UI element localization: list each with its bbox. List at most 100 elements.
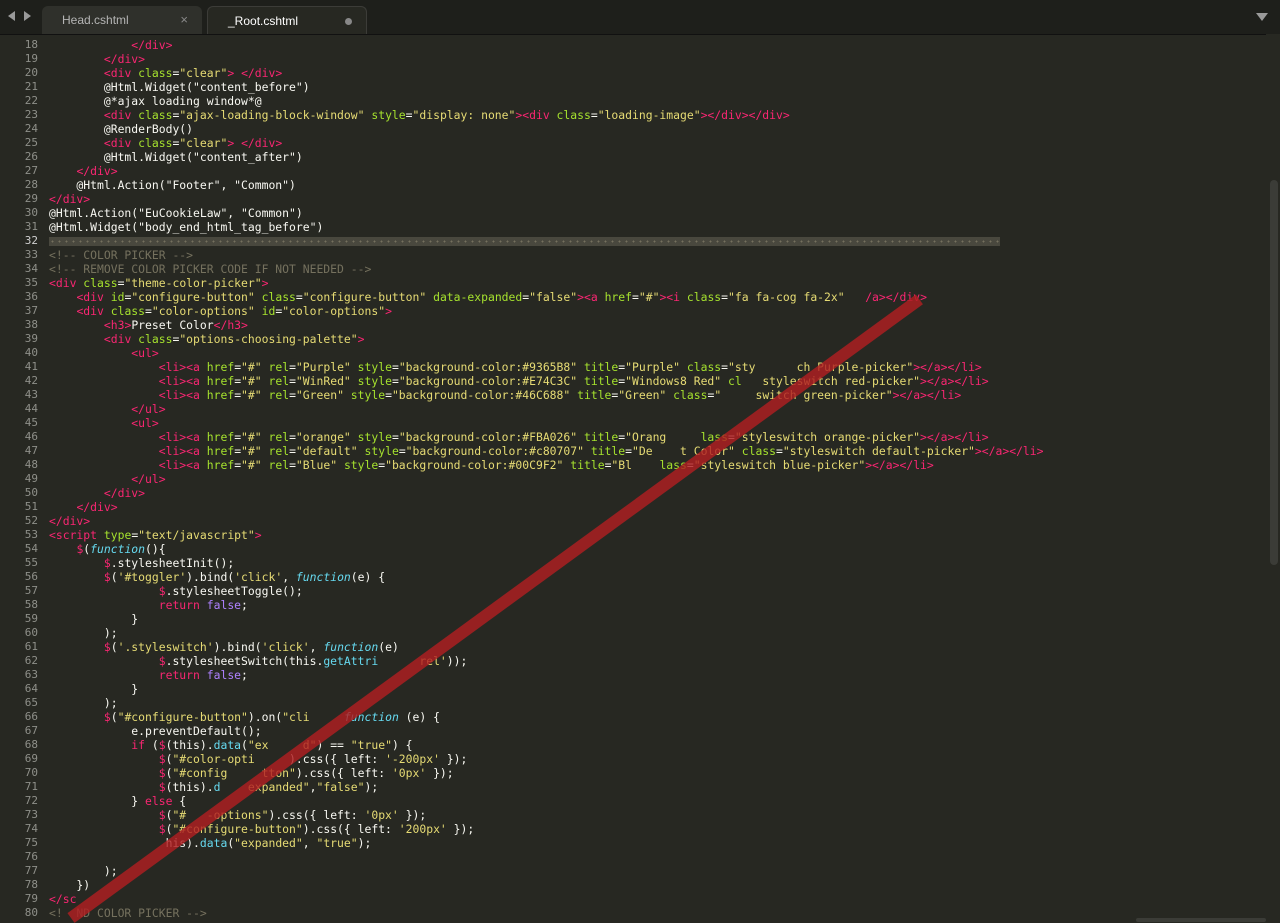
code-line[interactable]: $('.styleswitch').bind('click', function… — [49, 640, 1249, 654]
close-icon[interactable]: × — [180, 12, 188, 27]
code-line[interactable]: </ul> — [49, 402, 1249, 416]
code-line[interactable] — [49, 850, 1249, 864]
code-line[interactable]: @Html.Widget("content_before") — [49, 80, 1249, 94]
code-line[interactable]: <li><a href="#" rel="WinRed" style="back… — [49, 374, 1249, 388]
arrow-left-icon[interactable] — [8, 11, 15, 21]
code-line[interactable]: <! ND COLOR PICKER --> — [49, 906, 1249, 920]
scrollbar-thumb[interactable] — [1270, 180, 1278, 565]
code-line[interactable]: <ul> — [49, 416, 1249, 430]
code-line[interactable]: e.preventDefault(); — [49, 724, 1249, 738]
code-line[interactable]: @Html.Widget("content_after") — [49, 150, 1249, 164]
line-number: 37 — [24, 304, 38, 317]
line-number: 58 — [24, 598, 38, 611]
code-line[interactable]: } — [49, 612, 1249, 626]
arrow-right-icon[interactable] — [24, 11, 31, 21]
line-number: 39 — [24, 332, 38, 345]
line-number: 69 — [24, 752, 38, 765]
line-number: 25 — [24, 136, 38, 149]
line-number: 52 — [24, 514, 38, 527]
tab-label: _Root.cshtml — [228, 14, 299, 28]
line-number: 43 — [24, 388, 38, 401]
code-line[interactable]: <div class="clear"> </div> — [49, 66, 1249, 80]
code-line[interactable]: $(this).d expanded","false"); — [49, 780, 1249, 794]
horizontal-scrollbar[interactable] — [1136, 918, 1266, 922]
tab-list-dropdown-icon[interactable] — [1256, 13, 1268, 21]
code-line[interactable]: <li><a href="#" rel="Blue" style="backgr… — [49, 458, 1249, 472]
unsaved-dot-icon[interactable] — [345, 18, 352, 25]
line-number: 44 — [24, 402, 38, 415]
code-line[interactable]: <div class="ajax-loading-block-window" s… — [49, 108, 1249, 122]
code-line[interactable]: <script type="text/javascript"> — [49, 528, 1249, 542]
code-line[interactable]: if ($(this).data("ex d") == "true") { — [49, 738, 1249, 752]
code-editor[interactable]: 18 19 20 21 22 23 24 25 26 27 28 29 30 31 32 33 34 35 36 37… — [0, 38, 1266, 922]
code-line[interactable]: <!-- COLOR PICKER --> — [49, 248, 1249, 262]
code-line[interactable]: <li><a href="#" rel="orange" style="back… — [49, 430, 1249, 444]
line-number: 61 — [24, 640, 38, 653]
code-line[interactable]: </ul> — [49, 472, 1249, 486]
code-line[interactable]: }) — [49, 878, 1249, 892]
code-line[interactable]: ); — [49, 864, 1249, 878]
code-line[interactable]: <div id="configure-button" class="config… — [49, 290, 1249, 304]
code-line[interactable]: <div class="clear"> </div> — [49, 136, 1249, 150]
code-line[interactable]: return false; — [49, 668, 1249, 682]
code-line[interactable]: </div> — [49, 486, 1249, 500]
code-line[interactable]: </div> — [49, 514, 1249, 528]
vertical-scrollbar[interactable] — [1266, 34, 1280, 922]
code-line[interactable]: $("# -options").css({ left: '0px' }); — [49, 808, 1249, 822]
code-line[interactable]: $.stylesheetToggle(); — [49, 584, 1249, 598]
code-line[interactable]: $("#color-opti ).css({ left: '-200px' })… — [49, 752, 1249, 766]
code-line[interactable]: </div> — [49, 192, 1249, 206]
code-line[interactable] — [49, 234, 1249, 248]
code-line[interactable]: $(function(){ — [49, 542, 1249, 556]
line-number-gutter: 18 19 20 21 22 23 24 25 26 27 28 29 30 31 32 33 34 35 36 37… — [0, 38, 38, 920]
line-number: 34 — [24, 262, 38, 275]
line-number: 24 — [24, 122, 38, 135]
code-line[interactable]: $.stylesheetInit(); — [49, 556, 1249, 570]
tab-head-cshtml[interactable]: Head.cshtml × — [42, 6, 202, 34]
code-area[interactable]: </div> </div> <div class="clear"> </div>… — [49, 38, 1249, 920]
code-line[interactable]: $("#config tton").css({ left: '0px' }); — [49, 766, 1249, 780]
code-line[interactable]: <li><a href="#" rel="Purple" style="back… — [49, 360, 1249, 374]
code-line[interactable]: @*ajax loading window*@ — [49, 94, 1249, 108]
line-number: 72 — [24, 794, 38, 807]
code-line[interactable]: @Html.Action("Footer", "Common") — [49, 178, 1249, 192]
line-number: 65 — [24, 696, 38, 709]
line-number: 33 — [24, 248, 38, 261]
code-line[interactable]: <div class="theme-color-picker"> — [49, 276, 1249, 290]
code-line[interactable]: <h3>Preset Color</h3> — [49, 318, 1249, 332]
code-line[interactable]: $("#configure-button").css({ left: '200p… — [49, 822, 1249, 836]
line-number: 38 — [24, 318, 38, 331]
tab-root-cshtml[interactable]: _Root.cshtml — [207, 6, 367, 34]
line-number: 48 — [24, 458, 38, 471]
line-number: 71 — [24, 780, 38, 793]
code-line[interactable]: his).data("expanded", "true"); — [49, 836, 1249, 850]
code-line[interactable]: @RenderBody() — [49, 122, 1249, 136]
code-line[interactable]: <ul> — [49, 346, 1249, 360]
code-line[interactable]: <div class="options-choosing-palette"> — [49, 332, 1249, 346]
code-line[interactable]: <div class="color-options" id="color-opt… — [49, 304, 1249, 318]
code-line[interactable]: </sc — [49, 892, 1249, 906]
code-line[interactable]: </div> — [49, 52, 1249, 66]
line-number: 53 — [24, 528, 38, 541]
code-line[interactable]: return false; — [49, 598, 1249, 612]
code-line[interactable]: ); — [49, 626, 1249, 640]
code-line[interactable]: </div> — [49, 164, 1249, 178]
code-line[interactable]: </div> — [49, 500, 1249, 514]
code-line[interactable]: </div> — [49, 38, 1249, 52]
code-line[interactable]: @Html.Action("EuCookieLaw", "Common") — [49, 206, 1249, 220]
code-line[interactable]: ); — [49, 696, 1249, 710]
code-line[interactable]: } — [49, 682, 1249, 696]
line-number: 46 — [24, 430, 38, 443]
code-line[interactable]: <li><a href="#" rel="default" style="bac… — [49, 444, 1249, 458]
code-line[interactable]: $.stylesheetSwitch(this.getAttri rel')); — [49, 654, 1249, 668]
line-number: 51 — [24, 500, 38, 513]
code-line[interactable]: $("#configure-button").on("cli function … — [49, 710, 1249, 724]
line-number: 57 — [24, 584, 38, 597]
code-line[interactable]: <!-- REMOVE COLOR PICKER CODE IF NOT NEE… — [49, 262, 1249, 276]
code-line[interactable]: <li><a href="#" rel="Green" style="backg… — [49, 388, 1249, 402]
line-number: 79 — [24, 892, 38, 905]
code-line[interactable]: $('#toggler').bind('click', function(e) … — [49, 570, 1249, 584]
code-line[interactable]: @Html.Widget("body_end_html_tag_before") — [49, 220, 1249, 234]
line-number: 66 — [24, 710, 38, 723]
code-line[interactable]: } else { — [49, 794, 1249, 808]
